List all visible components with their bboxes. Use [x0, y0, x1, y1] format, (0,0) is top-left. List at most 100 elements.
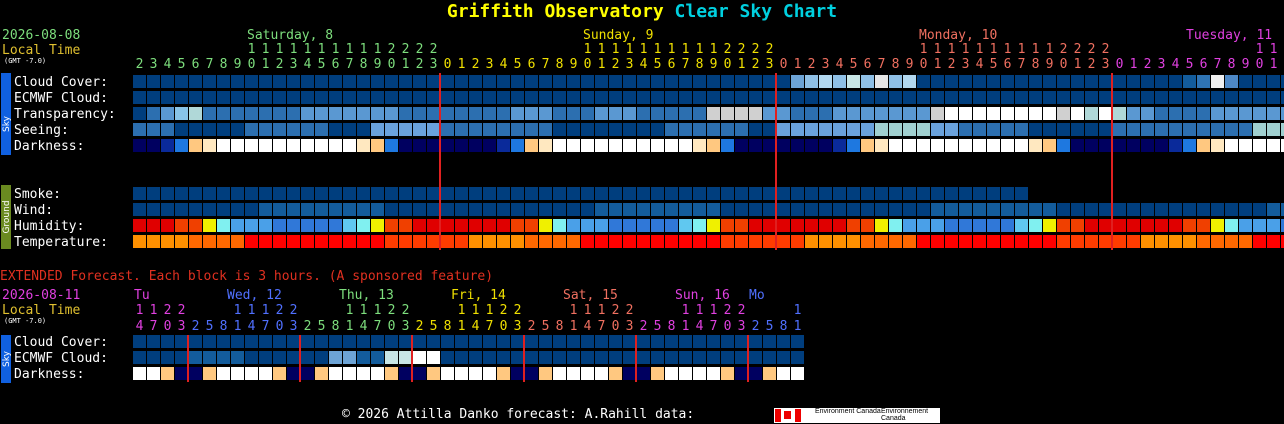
- ecmwf-cloud-block: [721, 91, 734, 104]
- hour-label: 2: [472, 57, 480, 72]
- extended-day-label: Thu, 13: [339, 288, 394, 303]
- smoke-block: [805, 187, 818, 200]
- extended-cloud-block: [427, 335, 440, 348]
- temperature-block: [1057, 235, 1070, 248]
- cloud-cover-block: [287, 75, 300, 88]
- hour-label: 0: [920, 57, 928, 72]
- extended-hour-label: 4: [696, 319, 704, 334]
- temperature-block: [1001, 235, 1014, 248]
- cloud-cover-block: [735, 75, 748, 88]
- smoke-block: [721, 187, 734, 200]
- seeing-block: [861, 123, 874, 136]
- seeing-block: [1253, 123, 1266, 136]
- darkness-block: [497, 139, 510, 152]
- hour-label: 5: [990, 57, 998, 72]
- extended-day-label: Mo: [749, 288, 765, 303]
- environment-canada-logo[interactable]: Environment Canada Environnement Canada: [774, 408, 940, 423]
- temperature-block: [567, 235, 580, 248]
- temperature-block: [469, 235, 482, 248]
- extended-ecmwf-block: [301, 351, 314, 364]
- seeing-block: [1267, 123, 1280, 136]
- ecmwf-cloud-block: [945, 91, 958, 104]
- humidity-block: [987, 219, 1000, 232]
- darkness-block: [609, 139, 622, 152]
- hour-tens: 1: [318, 42, 326, 57]
- extended-darkness-block: [707, 367, 720, 380]
- temperature-block: [651, 235, 664, 248]
- sky-row-label: Transparency:: [14, 107, 116, 122]
- cloud-cover-block: [1239, 75, 1252, 88]
- darkness-block: [511, 139, 524, 152]
- wind-block: [133, 203, 146, 216]
- darkness-block: [959, 139, 972, 152]
- seeing-block: [553, 123, 566, 136]
- transparency-block: [133, 107, 146, 120]
- smoke-block: [889, 187, 902, 200]
- temperature-block: [329, 235, 342, 248]
- wind-block: [287, 203, 300, 216]
- wind-block: [343, 203, 356, 216]
- cloud-cover-block: [469, 75, 482, 88]
- temperature-block: [931, 235, 944, 248]
- smoke-block: [777, 187, 790, 200]
- transparency-block: [637, 107, 650, 120]
- hour-label: 5: [1186, 57, 1194, 72]
- day-label: Tuesday, 11: [1186, 28, 1272, 43]
- extended-hour-tens: 2: [164, 303, 172, 318]
- humidity-block: [133, 219, 146, 232]
- ecmwf-cloud-block: [525, 91, 538, 104]
- seeing-block: [1113, 123, 1126, 136]
- smoke-block: [959, 187, 972, 200]
- smoke-block: [441, 187, 454, 200]
- transparency-block: [1001, 107, 1014, 120]
- darkness-block: [161, 139, 174, 152]
- hour-tens: 2: [1088, 42, 1096, 57]
- temperature-block: [581, 235, 594, 248]
- extended-hour-label: 8: [332, 319, 340, 334]
- darkness-block: [385, 139, 398, 152]
- cloud-cover-block: [1043, 75, 1056, 88]
- extended-hour-label: 1: [346, 319, 354, 334]
- darkness-block: [735, 139, 748, 152]
- extended-hour-tens: 2: [724, 303, 732, 318]
- transparency-block: [203, 107, 216, 120]
- hour-label: 9: [710, 57, 718, 72]
- humidity-block: [623, 219, 636, 232]
- extended-hour-tens: 1: [794, 303, 802, 318]
- extended-ecmwf-block: [525, 351, 538, 364]
- extended-hour-label: 3: [290, 319, 298, 334]
- hour-label: 3: [822, 57, 830, 72]
- extended-cloud-block: [539, 335, 552, 348]
- seeing-block: [525, 123, 538, 136]
- darkness-block: [763, 139, 776, 152]
- cloud-cover-block: [609, 75, 622, 88]
- hour-label: 5: [318, 57, 326, 72]
- temperature-block: [455, 235, 468, 248]
- hour-label: 0: [444, 57, 452, 72]
- temperature-block: [189, 235, 202, 248]
- wind-block: [1029, 203, 1042, 216]
- seeing-block: [259, 123, 272, 136]
- extended-darkness-block: [287, 367, 300, 380]
- wind-block: [861, 203, 874, 216]
- extended-hour-tens: 2: [402, 303, 410, 318]
- hour-tens: 1: [990, 42, 998, 57]
- transparency-block: [917, 107, 930, 120]
- ecmwf-cloud-block: [1043, 91, 1056, 104]
- cloud-cover-block: [259, 75, 272, 88]
- extended-darkness-block: [413, 367, 426, 380]
- seeing-block: [245, 123, 258, 136]
- smoke-block: [1015, 187, 1028, 200]
- darkness-block: [749, 139, 762, 152]
- seeing-block: [1197, 123, 1210, 136]
- transparency-block: [973, 107, 986, 120]
- seeing-block: [833, 123, 846, 136]
- hour-label: 4: [164, 57, 172, 72]
- extended-hour-label: 5: [206, 319, 214, 334]
- darkness-block: [1029, 139, 1042, 152]
- hour-label: 0: [724, 57, 732, 72]
- cloud-cover-block: [413, 75, 426, 88]
- seeing-block: [273, 123, 286, 136]
- extended-cloud-block: [693, 335, 706, 348]
- wind-block: [791, 203, 804, 216]
